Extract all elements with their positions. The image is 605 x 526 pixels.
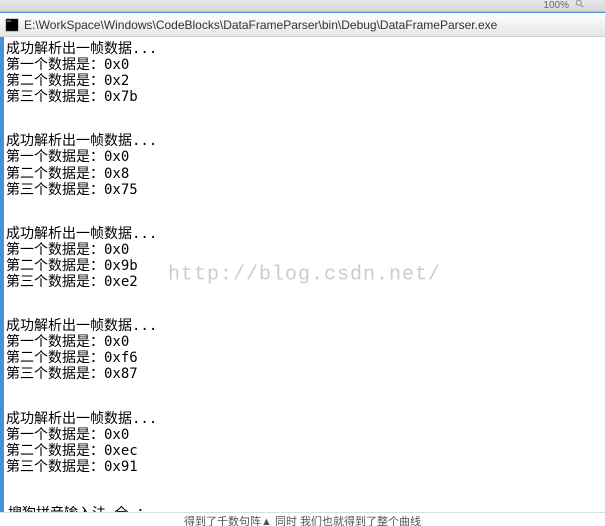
frame-data-line: 第一个数据是：0x0 — [6, 427, 603, 443]
console-output: http://blog.csdn.net/ 成功解析出一帧数据...第一个数据是… — [0, 37, 605, 512]
frame-data-line: 第二个数据是：0xec — [6, 443, 603, 459]
frame-block: 成功解析出一帧数据...第一个数据是：0x0第二个数据是：0x2第三个数据是：0… — [6, 41, 603, 105]
zoom-level: 100% — [543, 0, 569, 11]
frame-data-line: 第二个数据是：0x2 — [6, 73, 603, 89]
status-bar: 得到了千数句阵▲ 同时 我们也就得到了整个曲线 — [0, 512, 605, 526]
window-title: E:\WorkSpace\Windows\CodeBlocks\DataFram… — [24, 18, 601, 32]
frame-data-line: 第二个数据是：0x9b — [6, 258, 603, 274]
search-icon[interactable] — [575, 0, 585, 12]
console-window: E:\WorkSpace\Windows\CodeBlocks\DataFram… — [0, 12, 605, 526]
frame-data-line: 第三个数据是：0x91 — [6, 459, 603, 475]
titlebar[interactable]: E:\WorkSpace\Windows\CodeBlocks\DataFram… — [0, 13, 605, 37]
frame-data-line: 第一个数据是：0x0 — [6, 57, 603, 73]
browser-toolbar-fragment: 100% — [0, 0, 605, 12]
frame-data-line: 第一个数据是：0x0 — [6, 149, 603, 165]
frame-header: 成功解析出一帧数据... — [6, 318, 603, 334]
frame-block: 成功解析出一帧数据...第一个数据是：0x0第二个数据是：0x8第三个数据是：0… — [6, 133, 603, 197]
frame-header: 成功解析出一帧数据... — [6, 133, 603, 149]
ime-status: 搜狗拼音输入法 全 ： — [6, 503, 603, 512]
frame-block: 成功解析出一帧数据...第一个数据是：0x0第二个数据是：0x9b第三个数据是：… — [6, 226, 603, 290]
frame-header: 成功解析出一帧数据... — [6, 411, 603, 427]
frame-data-line: 第三个数据是：0x75 — [6, 182, 603, 198]
frame-block: 成功解析出一帧数据...第一个数据是：0x0第二个数据是：0xf6第三个数据是：… — [6, 318, 603, 382]
frame-data-line: 第三个数据是：0x7b — [6, 89, 603, 105]
frame-data-line: 第二个数据是：0x8 — [6, 166, 603, 182]
app-icon — [4, 17, 20, 33]
status-text: 得到了千数句阵▲ 同时 我们也就得到了整个曲线 — [184, 516, 421, 526]
frame-data-line: 第一个数据是：0x0 — [6, 334, 603, 350]
frame-header: 成功解析出一帧数据... — [6, 226, 603, 242]
frame-header: 成功解析出一帧数据... — [6, 41, 603, 57]
frame-block: 成功解析出一帧数据...第一个数据是：0x0第二个数据是：0xec第三个数据是：… — [6, 411, 603, 475]
frame-data-line: 第二个数据是：0xf6 — [6, 350, 603, 366]
frame-data-line: 第三个数据是：0x87 — [6, 366, 603, 382]
frame-data-line: 第三个数据是：0xe2 — [6, 274, 603, 290]
frame-data-line: 第一个数据是：0x0 — [6, 242, 603, 258]
